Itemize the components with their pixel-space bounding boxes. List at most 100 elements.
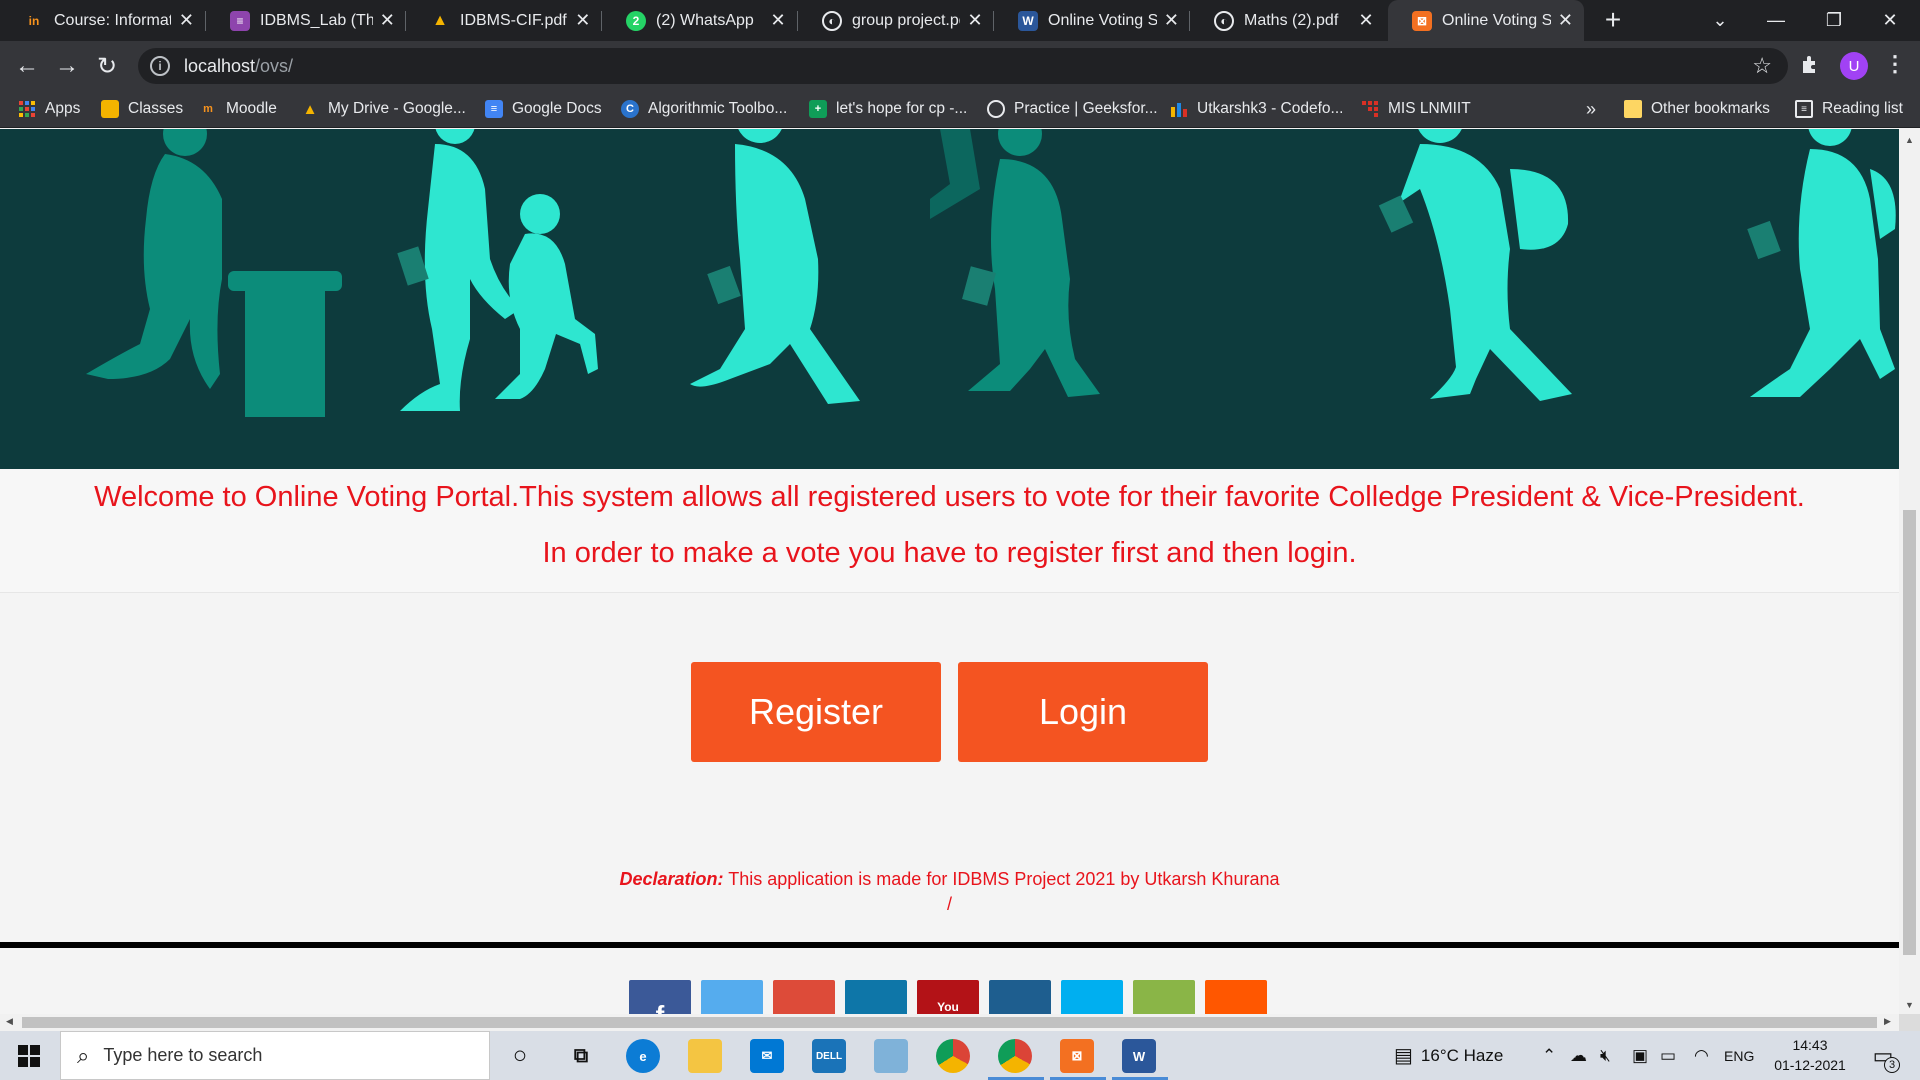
- xampp-icon[interactable]: ⊠: [1060, 1039, 1094, 1073]
- vine-button[interactable]: [1133, 980, 1195, 1014]
- skype-button[interactable]: [1061, 980, 1123, 1014]
- tab-online-voting-word[interactable]: W Online Voting Sys ✕: [994, 0, 1190, 41]
- tab-search-chevron-icon[interactable]: ⌄: [1690, 0, 1750, 41]
- tab-maths-pdf[interactable]: ◐ Maths (2).pdf ✕: [1190, 0, 1386, 41]
- chrome-profile-icon[interactable]: [998, 1039, 1032, 1073]
- wifi-icon[interactable]: ◠: [1694, 1031, 1709, 1080]
- weather-widget[interactable]: ▤ 16°C Haze: [1394, 1031, 1503, 1080]
- dell-icon[interactable]: DELL: [812, 1039, 846, 1073]
- bookmark-geeksforgeeks[interactable]: Practice | Geeksfor...: [987, 90, 1158, 128]
- ballot-box: [245, 287, 325, 417]
- tumblr-button[interactable]: [989, 980, 1051, 1014]
- tab-course-information[interactable]: in Course: Informati ✕: [0, 0, 206, 41]
- tab-close-icon[interactable]: ✕: [574, 10, 592, 31]
- bookmark-my-drive[interactable]: ▲ My Drive - Google...: [301, 90, 466, 128]
- windows-logo-icon: [18, 1044, 40, 1067]
- linkedin-button[interactable]: [845, 980, 907, 1014]
- bookmark-classes[interactable]: Classes: [101, 90, 183, 128]
- horizontal-scrollbar[interactable]: ◀ ▶: [0, 1014, 1899, 1031]
- bookmark-lets-hope-for-cp[interactable]: + let's hope for cp -...: [809, 90, 967, 128]
- sheets-icon: +: [809, 100, 827, 118]
- bookmark-mis-lnmiit[interactable]: MIS LNMIIT: [1361, 90, 1471, 128]
- tab-close-icon[interactable]: ✕: [177, 10, 196, 31]
- chrome-icon[interactable]: [936, 1039, 970, 1073]
- bookmark-apps[interactable]: Apps: [18, 90, 80, 128]
- declaration-trailer: /: [946, 894, 952, 914]
- tab-whatsapp[interactable]: 2 (2) WhatsApp ✕: [602, 0, 798, 41]
- chrome-menu-icon[interactable]: ⋮: [1884, 51, 1906, 77]
- tab-close-icon[interactable]: ✕: [1163, 10, 1180, 31]
- device-icon[interactable]: ▣: [1632, 1031, 1648, 1080]
- apps-grid-icon: [18, 100, 36, 118]
- scroll-right-arrow-icon[interactable]: ▶: [1884, 1016, 1891, 1027]
- voter-silhouette: [1378, 129, 1572, 401]
- tab-close-icon[interactable]: ✕: [379, 10, 396, 31]
- tab-close-icon[interactable]: ✕: [1557, 10, 1574, 31]
- mail-icon[interactable]: ✉: [750, 1039, 784, 1073]
- word-icon[interactable]: W: [1122, 1039, 1156, 1073]
- scroll-down-arrow-icon[interactable]: ▼: [1899, 1000, 1920, 1010]
- back-button[interactable]: ←: [10, 49, 44, 83]
- edge-icon[interactable]: e: [626, 1039, 660, 1073]
- scroll-left-arrow-icon[interactable]: ◀: [6, 1016, 13, 1027]
- bookmark-label: Practice | Geeksfor...: [1014, 100, 1158, 117]
- voter-silhouette: [930, 129, 1100, 397]
- tab-close-icon[interactable]: ✕: [1356, 10, 1376, 31]
- vertical-scroll-thumb[interactable]: [1903, 510, 1916, 955]
- bookmark-moodle[interactable]: m Moodle: [199, 90, 277, 128]
- youtube-button[interactable]: You: [917, 980, 979, 1014]
- classroom-favicon-icon: ≡: [230, 10, 250, 31]
- reload-button[interactable]: ↻: [90, 49, 124, 83]
- profile-avatar[interactable]: U: [1840, 52, 1868, 80]
- task-view-icon[interactable]: ⧉: [564, 1039, 598, 1073]
- clock[interactable]: 14:43 01-12-2021: [1760, 1035, 1860, 1075]
- reading-list-button[interactable]: ≡ Reading list: [1795, 90, 1903, 128]
- show-hidden-icons-chevron-icon[interactable]: ⌃: [1542, 1031, 1556, 1080]
- onedrive-icon[interactable]: ☁: [1570, 1031, 1587, 1080]
- clock-time: 14:43: [1792, 1037, 1828, 1053]
- url-text[interactable]: localhost/ovs/: [184, 56, 293, 77]
- facebook-button[interactable]: f: [629, 980, 691, 1014]
- globe-icon: [987, 100, 1005, 118]
- child-silhouette: [495, 194, 598, 399]
- tab-close-icon[interactable]: ✕: [966, 10, 984, 31]
- vertical-scrollbar[interactable]: ▲ ▼: [1899, 129, 1920, 1014]
- tab-idbms-cif[interactable]: ▲ IDBMS-CIF.pdf - ✕: [406, 0, 602, 41]
- tab-group-project[interactable]: ◐ group project.pdf ✕: [798, 0, 994, 41]
- cortana-icon[interactable]: ○: [503, 1039, 537, 1073]
- restore-button[interactable]: ❐: [1804, 0, 1864, 41]
- battery-icon[interactable]: ▭: [1660, 1031, 1676, 1080]
- tab-close-icon[interactable]: ✕: [768, 10, 788, 31]
- language-indicator[interactable]: ENG: [1724, 1031, 1754, 1080]
- notification-center-icon[interactable]: ▭ 3: [1868, 1041, 1900, 1073]
- site-info-icon[interactable]: i: [150, 56, 170, 76]
- minimize-button[interactable]: —: [1746, 0, 1806, 41]
- extensions-puzzle-icon[interactable]: [1800, 53, 1822, 81]
- notepad-icon[interactable]: [874, 1039, 908, 1073]
- bookmark-codeforces[interactable]: Utkarshk3 - Codefo...: [1170, 90, 1343, 128]
- bookmark-algorithmic-toolbox[interactable]: C Algorithmic Toolbo...: [621, 90, 787, 128]
- bookmarks-overflow-button[interactable]: »: [1586, 90, 1596, 128]
- reddit-button[interactable]: [1205, 980, 1267, 1014]
- tab-idbms-lab[interactable]: ≡ IDBMS_Lab (Thur ✕: [206, 0, 406, 41]
- bookmark-google-docs[interactable]: ≡ Google Docs: [485, 90, 602, 128]
- new-tab-button[interactable]: +: [1600, 6, 1626, 34]
- other-bookmarks-folder[interactable]: Other bookmarks: [1624, 90, 1770, 128]
- close-window-button[interactable]: ✕: [1860, 0, 1920, 41]
- google-plus-button[interactable]: [773, 980, 835, 1014]
- start-button[interactable]: [0, 1031, 58, 1080]
- login-button[interactable]: Login: [958, 662, 1208, 762]
- volume-muted-icon[interactable]: 🔇︎: [1600, 1031, 1611, 1080]
- scroll-up-arrow-icon[interactable]: ▲: [1899, 135, 1920, 145]
- forward-button[interactable]: →: [50, 49, 84, 83]
- twitter-button[interactable]: [701, 980, 763, 1014]
- bookmark-star-icon[interactable]: ☆: [1752, 53, 1772, 79]
- horizontal-scroll-thumb[interactable]: [22, 1017, 1877, 1028]
- tab-online-voting-active[interactable]: ⊠ Online Voting Sys ✕: [1388, 0, 1584, 41]
- taskbar-search-box[interactable]: ⌕ Type here to search: [60, 1031, 490, 1080]
- address-bar[interactable]: i localhost/ovs/ ☆: [138, 48, 1788, 84]
- search-icon: ⌕: [77, 1042, 90, 1068]
- file-explorer-icon[interactable]: [688, 1039, 722, 1073]
- register-button[interactable]: Register: [691, 662, 941, 762]
- welcome-message: Welcome to Online Voting Portal.This sys…: [94, 481, 1805, 513]
